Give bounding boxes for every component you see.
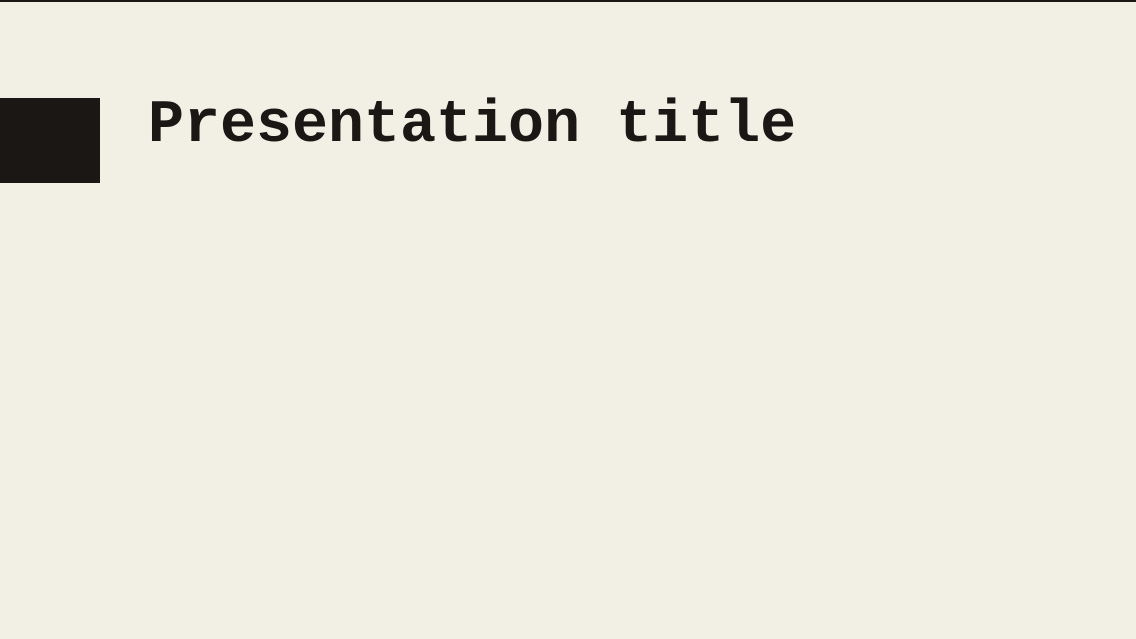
accent-square bbox=[0, 98, 100, 183]
presentation-title[interactable]: Presentation title bbox=[148, 92, 796, 160]
slide-top-border bbox=[0, 0, 1136, 2]
